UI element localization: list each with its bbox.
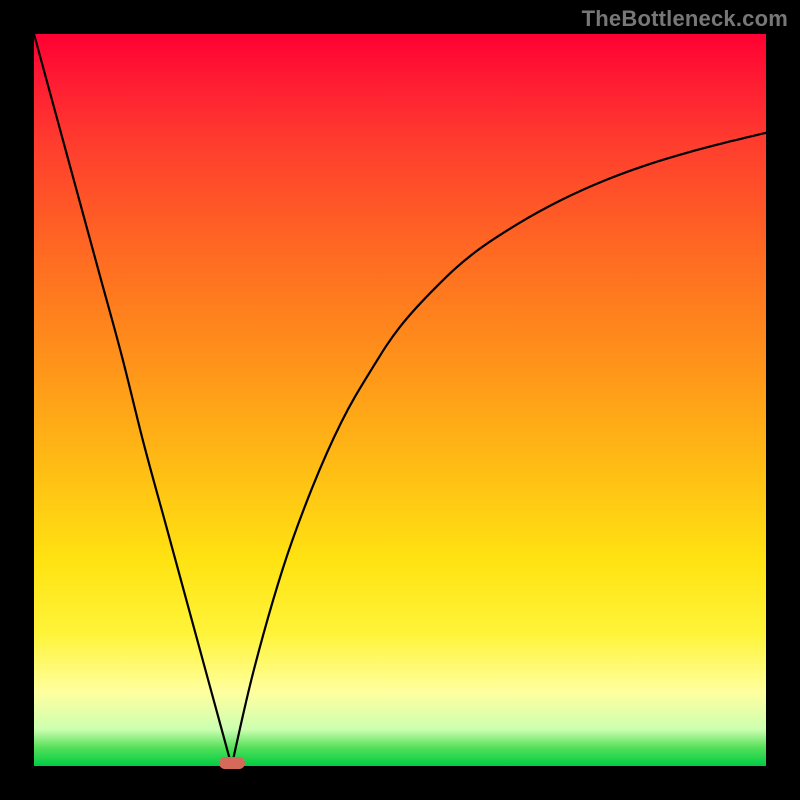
curve-left-branch (34, 34, 232, 766)
plot-area (34, 34, 766, 766)
bottleneck-curve (34, 34, 766, 766)
watermark-text: TheBottleneck.com (582, 6, 788, 32)
chart-frame: TheBottleneck.com (0, 0, 800, 800)
curve-right-branch (232, 133, 766, 766)
minimum-marker (219, 757, 245, 769)
